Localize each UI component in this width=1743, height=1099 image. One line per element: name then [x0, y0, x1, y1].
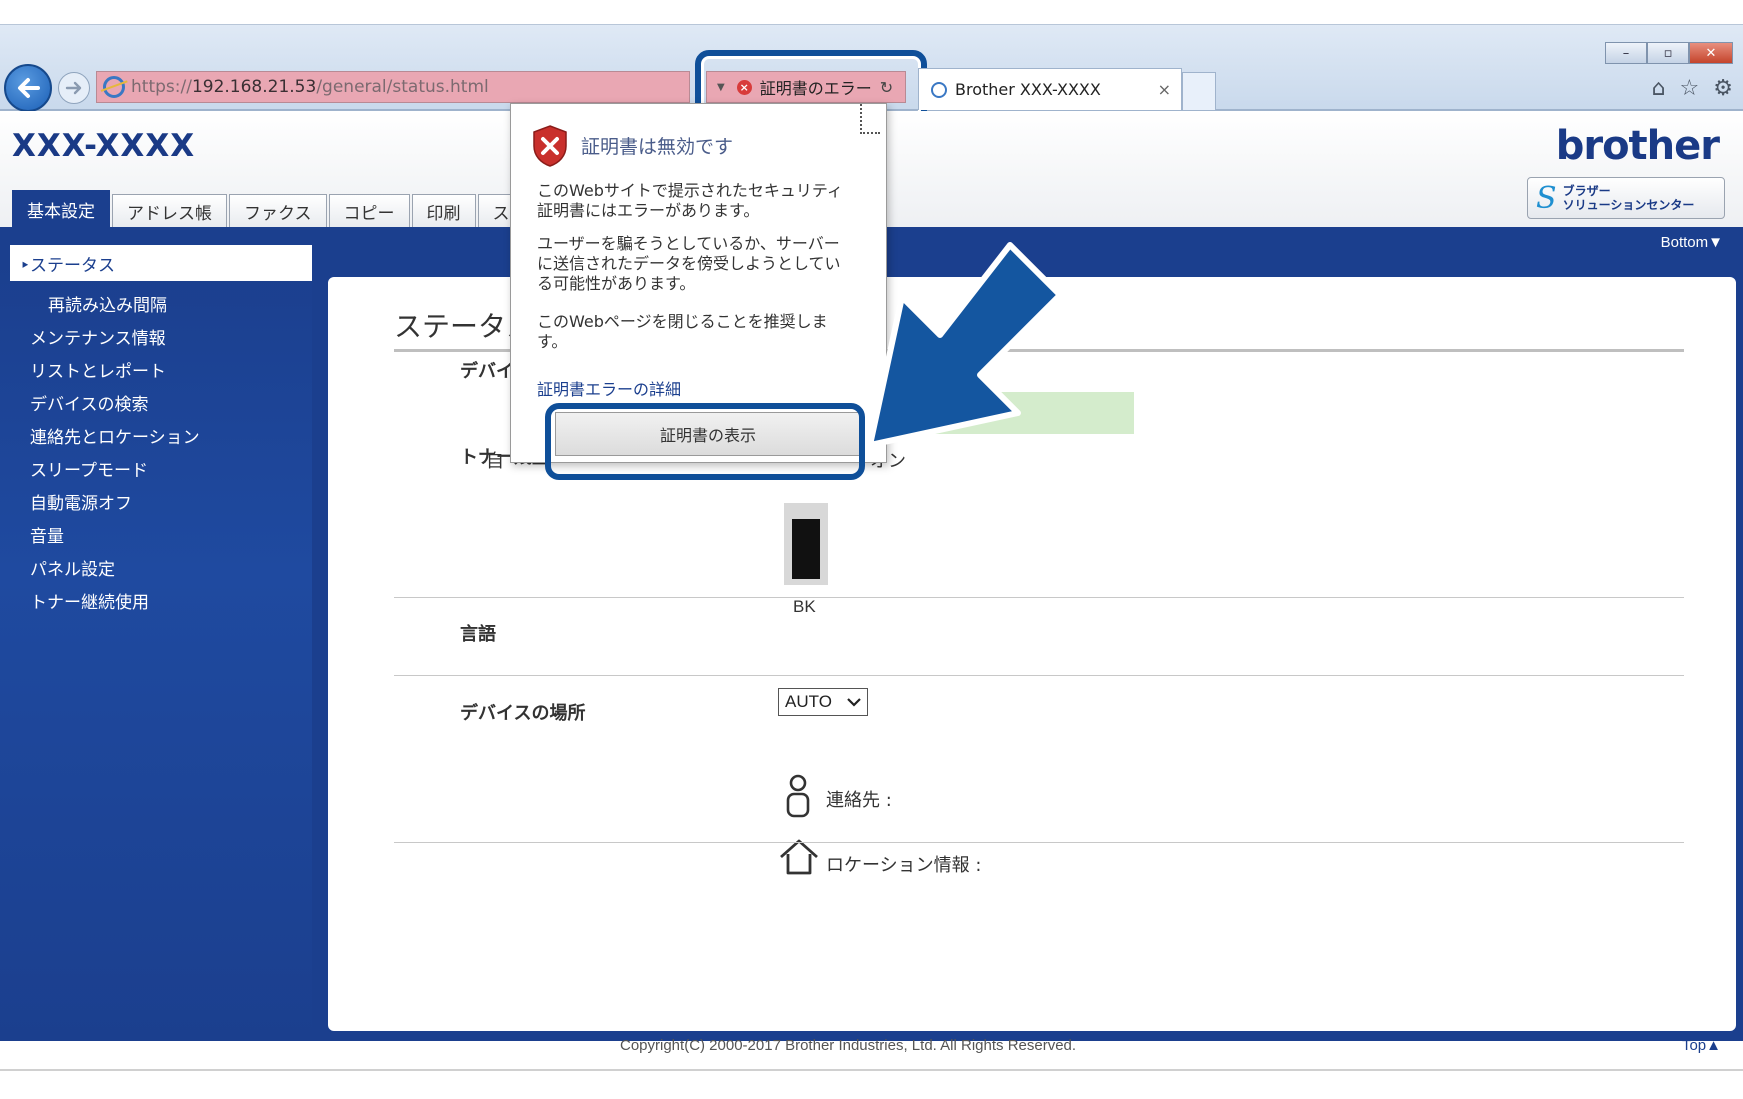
- sidebar-item-volume[interactable]: 音量: [30, 522, 64, 547]
- page-bottom-border: [0, 1069, 1743, 1071]
- tab-address-book[interactable]: アドレス帳: [112, 194, 227, 227]
- toner-level-fill: [792, 519, 820, 579]
- tab-fax[interactable]: ファクス: [229, 194, 327, 227]
- device-status-label: デバイ: [460, 361, 514, 382]
- highlight-view-certificate: [545, 403, 865, 480]
- back-arrow-icon: [18, 78, 40, 98]
- settings-gear-icon[interactable]: ⚙: [1713, 76, 1733, 101]
- sidebar-item-find-device[interactable]: デバイスの検索: [30, 390, 149, 415]
- location-info-label: ロケーション情報 :: [826, 855, 982, 876]
- back-button[interactable]: [4, 64, 52, 112]
- language-label: 言語: [460, 624, 496, 645]
- copyright-text: Copyright(C) 2000-2017 Brother Industrie…: [620, 1037, 1077, 1054]
- forward-arrow-icon: [65, 81, 82, 95]
- popup-paragraph-2: ユーザーを騙そうとしているか、サーバー に送信されたデータを傍受しようとしてい る可…: [537, 234, 841, 293]
- new-tab-button[interactable]: [1182, 72, 1216, 110]
- chevron-down-icon: [847, 698, 861, 707]
- close-window-button[interactable]: ✕: [1689, 42, 1733, 64]
- home-location-icon: [780, 839, 818, 875]
- popup-paragraph-1: このWebサイトで提示されたセキュリティ 証明書にはエラーがあります。: [537, 181, 843, 220]
- tab-print[interactable]: 印刷: [411, 194, 476, 227]
- favorites-star-icon[interactable]: ☆: [1680, 76, 1700, 101]
- section-divider: [394, 675, 1684, 676]
- shield-error-icon: [533, 125, 567, 167]
- restore-button[interactable]: ▫: [1647, 42, 1689, 64]
- popup-connector: [860, 104, 880, 134]
- sidebar-item-refresh-interval[interactable]: 再読み込み間隔: [48, 291, 167, 316]
- tab-basic-settings[interactable]: 基本設定: [12, 190, 110, 227]
- window-controls: – ▫ ✕: [1605, 42, 1733, 64]
- device-location-label: デバイスの場所: [460, 703, 586, 724]
- tab-title: Brother XXX-XXXX: [955, 80, 1101, 99]
- toner-color-label: BK: [793, 597, 816, 616]
- minimize-button[interactable]: –: [1605, 42, 1647, 64]
- tab-close-icon[interactable]: ×: [1158, 80, 1171, 99]
- sidebar-item-auto-power-off[interactable]: 自動電源オフ: [30, 489, 132, 514]
- section-divider: [394, 597, 1684, 598]
- sidebar-item-lists-reports[interactable]: リストとレポート: [30, 357, 166, 382]
- address-bar[interactable]: https://192.168.21.53/general/status.htm…: [96, 71, 690, 103]
- browser-tool-icons: ⌂ ☆ ⚙: [1652, 76, 1733, 101]
- ie-logo-icon: [103, 76, 125, 98]
- sidebar-item-status[interactable]: ‣ステータス: [10, 245, 312, 281]
- sidebar-item-toner-continue[interactable]: トナー継続使用: [30, 588, 149, 613]
- forward-button[interactable]: [58, 72, 90, 104]
- browser-tab[interactable]: Brother XXX-XXXX ×: [918, 68, 1182, 110]
- top-link[interactable]: Top▲: [1682, 1037, 1721, 1054]
- annotation-arrow-icon: [867, 242, 1063, 448]
- sidebar-item-sleep-mode[interactable]: スリープモード: [30, 456, 148, 481]
- tab-copy[interactable]: コピー: [328, 194, 410, 227]
- solution-center-button[interactable]: S ブラザー ソリューションセンター: [1527, 177, 1725, 219]
- language-select[interactable]: AUTO: [778, 688, 868, 716]
- main-tabs: 基本設定 アドレス帳 ファクス コピー 印刷 スキャ: [12, 190, 559, 227]
- toner-level-bar: [784, 503, 828, 585]
- solution-center-label: ブラザー ソリューションセンター: [1562, 184, 1695, 212]
- sidebar-item-panel-settings[interactable]: パネル設定: [30, 555, 115, 580]
- popup-paragraph-3: このWebページを閉じることを推奨しま す。: [537, 312, 828, 351]
- url-text: https://192.168.21.53/general/status.htm…: [131, 77, 489, 97]
- sidebar-item-maintenance[interactable]: メンテナンス情報: [30, 324, 166, 349]
- section-divider: [394, 842, 1684, 843]
- bottom-link[interactable]: Bottom▼: [1661, 234, 1723, 251]
- contact-label: 連絡先 :: [826, 790, 892, 811]
- sidebar-item-contact-location[interactable]: 連絡先とロケーション: [30, 423, 200, 448]
- tab-favicon-icon: [931, 81, 947, 98]
- cert-error-details-link[interactable]: 証明書エラーの詳細: [537, 376, 681, 400]
- language-value: AUTO: [785, 692, 832, 711]
- popup-title: 証明書は無効です: [581, 136, 734, 158]
- brother-logo[interactable]: brother: [1556, 123, 1720, 169]
- home-icon[interactable]: ⌂: [1652, 76, 1666, 101]
- model-name: XXX-XXXX: [12, 128, 196, 164]
- solution-center-logo-icon: S: [1536, 180, 1557, 216]
- person-icon: [786, 774, 810, 818]
